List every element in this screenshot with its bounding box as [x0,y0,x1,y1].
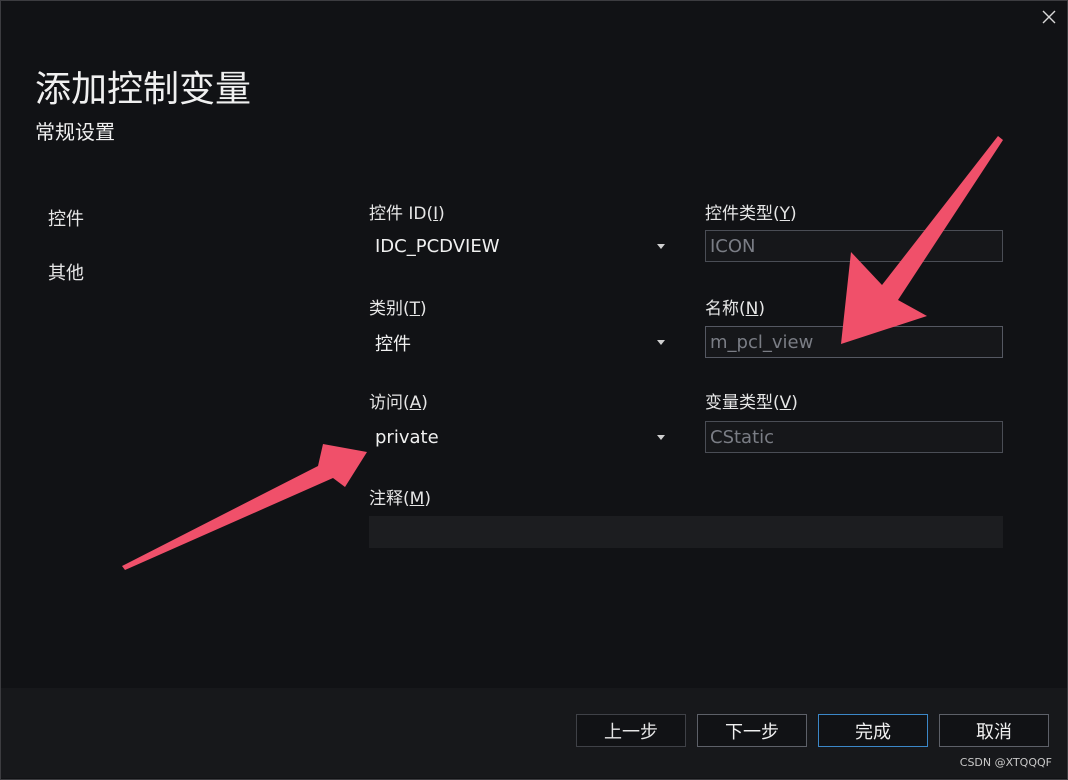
dialog-title: 添加控制变量 [35,69,252,110]
var-type-value: CStatic [710,426,775,448]
category-value: 控件 [375,333,411,355]
category-label: 类别(T) [369,299,427,319]
control-type-field[interactable]: ICON [705,230,1003,262]
finish-button[interactable]: 完成 [818,714,928,747]
comment-input[interactable] [369,516,1003,548]
watermark: CSDN @XTQQQF [959,756,1052,769]
cancel-button[interactable]: 取消 [939,714,1049,747]
control-id-combobox[interactable]: IDC_PCDVIEW [369,230,669,263]
nav-item-other[interactable]: 其他 [48,259,84,285]
access-combobox[interactable]: private [369,421,669,454]
control-id-label: 控件 ID(I) [369,204,445,224]
dialog-subtitle: 常规设置 [35,120,115,144]
chevron-down-icon [657,340,665,345]
control-type-label: 控件类型(Y) [705,204,797,224]
name-label: 名称(N) [705,299,765,319]
control-id-value: IDC_PCDVIEW [375,236,500,257]
comment-label: 注释(M) [369,489,431,509]
chevron-down-icon [657,244,665,249]
next-button[interactable]: 下一步 [697,714,807,747]
prev-button[interactable]: 上一步 [576,714,686,747]
access-label: 访问(A) [369,393,428,413]
add-control-variable-dialog [0,0,1068,780]
category-combobox[interactable]: 控件 [369,326,669,359]
access-value: private [375,427,439,448]
var-type-label: 变量类型(V) [705,393,798,413]
nav-item-controls[interactable]: 控件 [48,205,84,231]
control-type-value: ICON [710,235,756,257]
close-button[interactable] [1038,6,1060,28]
var-type-field[interactable]: CStatic [705,421,1003,453]
name-field[interactable]: m_pcl_view [705,326,1003,358]
name-value: m_pcl_view [710,331,814,353]
close-icon [1042,10,1056,24]
chevron-down-icon [657,435,665,440]
